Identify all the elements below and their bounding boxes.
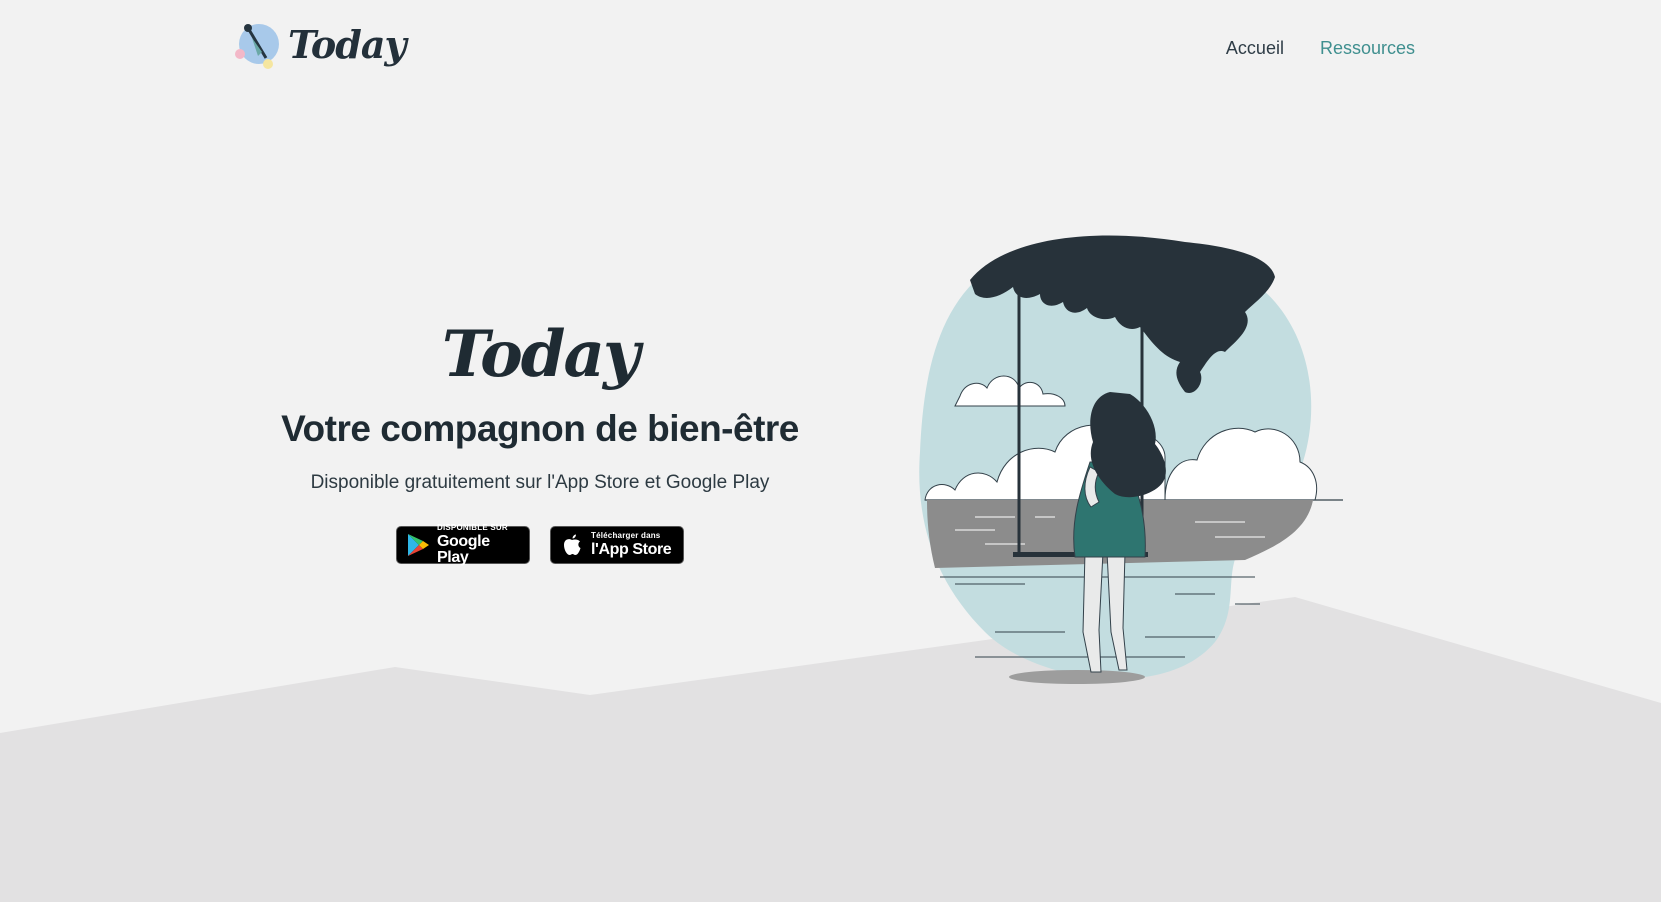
hero-title: Today — [441, 317, 640, 392]
hero-availability-text: Disponible gratuitement sur l'App Store … — [310, 472, 770, 494]
brand-name: Today — [288, 21, 407, 67]
app-store-text: Télécharger dans l'App Store — [591, 531, 672, 559]
google-play-small: DISPONIBLE SUR — [437, 523, 508, 533]
store-badges: DISPONIBLE SUR Google Play Télécharger d… — [240, 524, 840, 566]
google-play-big: Google Play — [437, 533, 490, 567]
google-play-triangle-icon — [408, 534, 429, 557]
nav-accueil[interactable]: Accueil — [1226, 38, 1284, 59]
hero-section: Today Votre compagnon de bien-être Dispo… — [240, 317, 840, 566]
girl-logo-icon — [235, 24, 279, 69]
site-header: Today Accueil Ressources — [0, 0, 1661, 100]
apple-icon — [564, 534, 581, 556]
app-store-small: Télécharger dans — [591, 531, 661, 541]
app-store-button[interactable]: Télécharger dans l'App Store — [550, 526, 684, 565]
hero-subtitle: Votre compagnon de bien-être — [281, 408, 799, 450]
app-store-big: l'App Store — [591, 541, 672, 559]
girl-on-swing-illustration — [919, 235, 1343, 684]
google-play-text: DISPONIBLE SUR Google Play — [437, 524, 521, 566]
brand-link[interactable]: Today — [232, 18, 407, 70]
nav-ressources[interactable]: Ressources — [1320, 38, 1415, 59]
google-play-button[interactable]: DISPONIBLE SUR Google Play — [396, 524, 530, 566]
landing-page: Today Accueil Ressources Today Votre com… — [0, 0, 1661, 902]
main-nav: Accueil Ressources — [1226, 38, 1415, 59]
